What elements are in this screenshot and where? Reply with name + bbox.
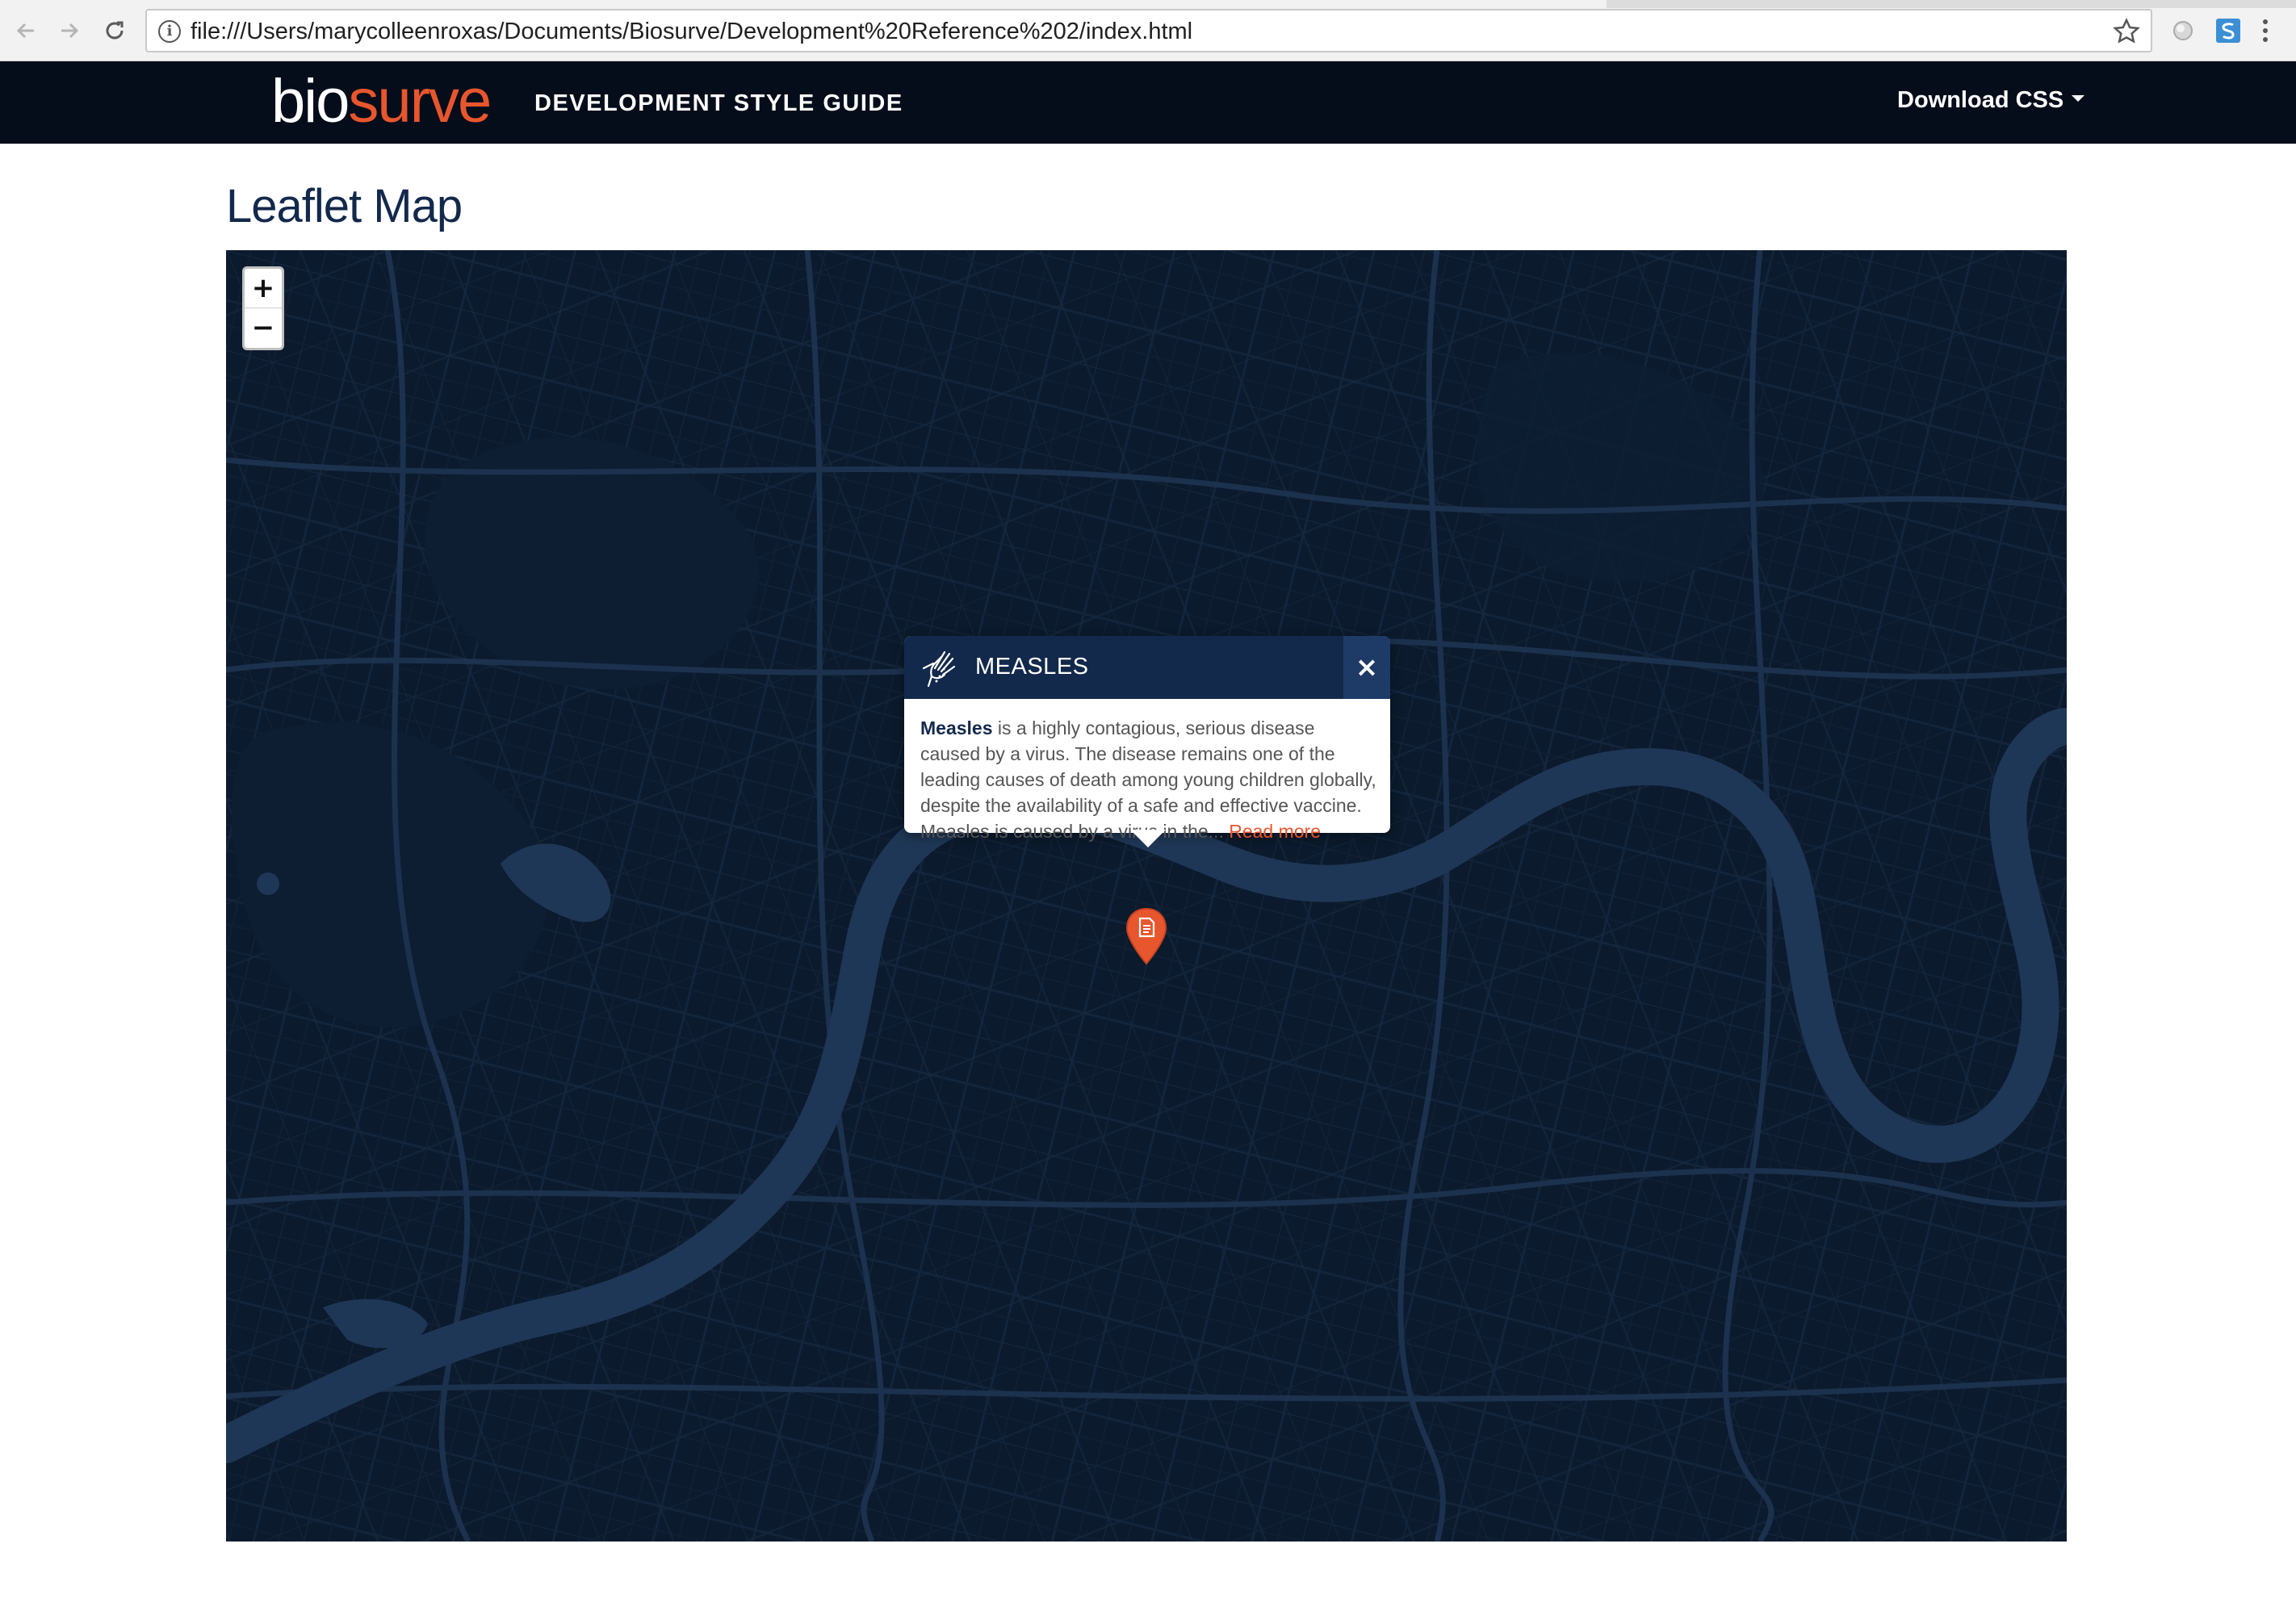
reload-icon bbox=[106, 21, 124, 40]
map-marker-icon[interactable] bbox=[1125, 907, 1167, 965]
leaflet-map[interactable]: + − MEASLES × Measles is a highly contag… bbox=[226, 250, 2067, 1542]
url-text[interactable]: file:///Users/marycolleenroxas/Documents… bbox=[191, 19, 1192, 45]
active-tab[interactable] bbox=[0, 0, 1607, 8]
back-button[interactable] bbox=[10, 15, 42, 47]
zoom-control: + − bbox=[242, 266, 284, 350]
arrow-right-icon bbox=[61, 23, 79, 39]
map-popup: MEASLES × Measles is a highly contagious… bbox=[904, 636, 1390, 847]
download-css-dropdown[interactable]: Download CSS bbox=[1897, 87, 2085, 114]
popup-body: Measles is a highly contagious, serious … bbox=[920, 715, 1379, 844]
forward-button[interactable] bbox=[53, 15, 86, 47]
read-more-link[interactable]: Read more bbox=[1229, 821, 1321, 842]
zoom-out-button[interactable]: − bbox=[245, 308, 282, 348]
popup-close-button[interactable]: × bbox=[1343, 636, 1390, 699]
hand-icon bbox=[922, 650, 956, 688]
address-bar[interactable]: i file:///Users/marycolleenroxas/Documen… bbox=[145, 9, 2152, 52]
brand-title[interactable]: DEVELOPMENT STYLE GUIDE bbox=[534, 90, 903, 117]
extension-s-icon[interactable] bbox=[2214, 16, 2243, 45]
bookmark-star-icon[interactable] bbox=[2112, 17, 2141, 46]
reload-button[interactable] bbox=[98, 15, 131, 47]
popup-title: MEASLES bbox=[975, 654, 1089, 680]
info-icon[interactable]: i bbox=[158, 20, 181, 43]
arrow-left-icon bbox=[16, 23, 34, 39]
popup-body-strong: Measles bbox=[920, 717, 993, 738]
browser-menu-icon[interactable] bbox=[2257, 16, 2273, 45]
download-css-label: Download CSS bbox=[1897, 87, 2064, 113]
zoom-in-button[interactable]: + bbox=[245, 269, 282, 308]
tab-strip bbox=[0, 0, 2296, 8]
map-tiles[interactable] bbox=[226, 250, 2067, 1542]
extension-circle-icon[interactable] bbox=[2168, 16, 2198, 45]
popup-tip bbox=[1130, 830, 1166, 847]
caret-down-icon bbox=[2072, 95, 2085, 102]
popup-header: MEASLES × bbox=[904, 636, 1390, 699]
site-navbar: biosurve DEVELOPMENT STYLE GUIDE Downloa… bbox=[0, 61, 2296, 144]
biosurve-logo[interactable]: biosurve bbox=[271, 69, 492, 134]
page-title: Leaflet Map bbox=[226, 180, 463, 232]
browser-toolbar: i file:///Users/marycolleenroxas/Documen… bbox=[0, 0, 2296, 61]
